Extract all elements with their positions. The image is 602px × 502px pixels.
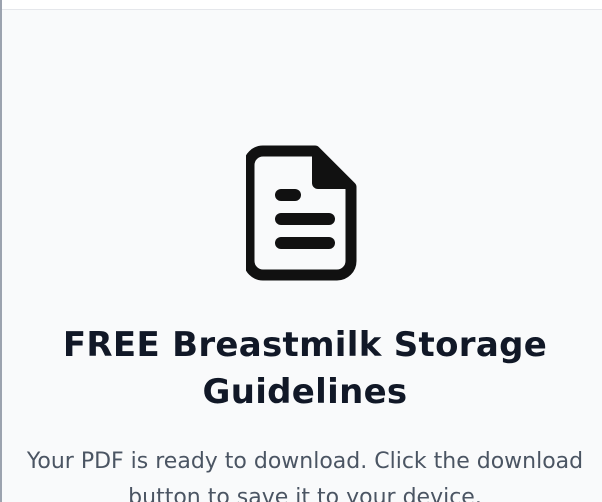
- download-page: FREE Breastmilk Storage Guidelines Your …: [0, 0, 602, 502]
- page-title: FREE Breastmilk Storage Guidelines: [62, 325, 548, 412]
- window-left-border: [0, 0, 2, 502]
- top-bar: [2, 0, 602, 10]
- pdf-document-icon: [246, 145, 357, 281]
- download-message: Your PDF is ready to download. Click the…: [26, 449, 584, 502]
